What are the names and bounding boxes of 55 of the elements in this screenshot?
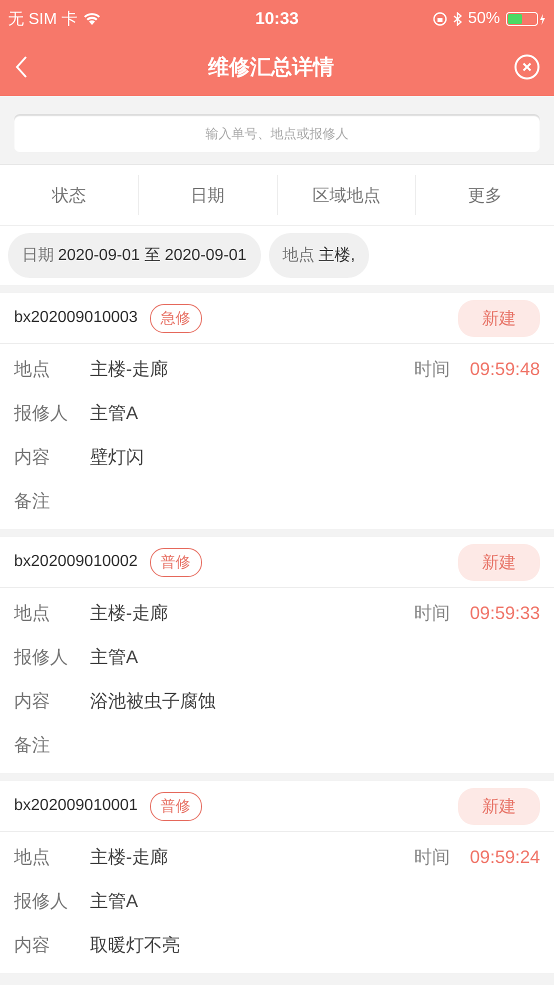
repair-type-tag: 急修	[150, 304, 202, 332]
field-label: 内容	[14, 446, 51, 469]
order-number: bx202009010002	[14, 553, 138, 571]
rotation-lock-icon	[432, 12, 447, 26]
field-value: 主楼-走廊	[90, 846, 168, 869]
filter-chip[interactable]: 地点 主楼,	[268, 233, 370, 278]
field-value: 壁灯闪	[90, 446, 144, 469]
close-button[interactable]	[514, 54, 540, 80]
field-label: 报修人	[14, 890, 69, 913]
field-label: 内容	[14, 934, 51, 957]
order-card[interactable]: bx202009010001 普修 新建 地点 主楼-走廊 时间 09:59:24 报修人 主管A 内容 取暖灯不亮	[0, 781, 554, 973]
status-badge: 新建	[458, 788, 540, 824]
filter-chip[interactable]: 日期 2020-09-01 至 2020-09-01	[8, 233, 261, 278]
filter-tab[interactable]: 区域地点	[276, 175, 416, 215]
carrier-label: 无 SIM 卡	[8, 10, 78, 30]
time-value: 09:59:48	[470, 358, 540, 380]
time-value: 09:59:24	[470, 846, 540, 868]
field-value: 主管A	[90, 646, 138, 669]
battery-percent: 50%	[468, 10, 500, 28]
status-badge: 新建	[458, 544, 540, 580]
order-number: bx202009010001	[14, 797, 138, 815]
field-label: 地点	[14, 358, 51, 381]
wifi-icon	[83, 12, 102, 26]
repair-type-tag: 普修	[150, 548, 202, 576]
bluetooth-icon	[452, 12, 462, 26]
field-label: 时间	[414, 602, 450, 625]
field-label: 报修人	[14, 646, 69, 669]
order-card[interactable]: bx202009010003 急修 新建 地点 主楼-走廊 时间 09:59:48 报修人 主管A 内容 壁灯闪 备注	[0, 293, 554, 529]
field-label: 报修人	[14, 402, 69, 425]
field-value: 取暖灯不亮	[90, 934, 180, 957]
back-button[interactable]	[14, 55, 28, 79]
filter-tab[interactable]: 更多	[415, 175, 554, 215]
repair-type-tag: 普修	[150, 792, 202, 820]
page-title: 维修汇总详情	[208, 54, 334, 81]
time-value: 09:59:33	[470, 602, 540, 624]
search-field[interactable]: 输入单号、地点或报修人	[14, 114, 540, 152]
field-label: 备注	[14, 490, 51, 513]
filter-tab[interactable]: 状态	[0, 175, 138, 215]
field-label: 内容	[14, 690, 51, 713]
filter-tab[interactable]: 日期	[138, 175, 276, 215]
field-value: 主管A	[90, 402, 138, 425]
field-label: 地点	[14, 602, 51, 625]
field-value: 主楼-走廊	[90, 358, 168, 381]
field-label: 时间	[414, 358, 450, 381]
field-value: 主管A	[90, 890, 138, 913]
clock-time: 10:33	[255, 9, 299, 29]
order-number: bx202009010003	[14, 309, 138, 327]
field-value: 浴池被虫子腐蚀	[90, 690, 216, 713]
order-card[interactable]: bx202009010002 普修 新建 地点 主楼-走廊 时间 09:59:33 报修人 主管A 内容 浴池被虫子腐蚀 备注	[0, 537, 554, 773]
field-label: 地点	[14, 846, 51, 869]
status-badge: 新建	[458, 300, 540, 336]
field-value: 主楼-走廊	[90, 602, 168, 625]
battery-icon	[506, 12, 546, 26]
field-label: 时间	[414, 846, 450, 869]
field-label: 备注	[14, 734, 51, 757]
